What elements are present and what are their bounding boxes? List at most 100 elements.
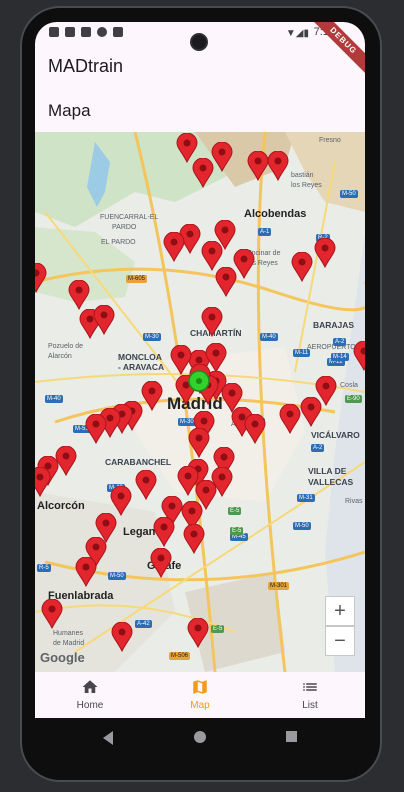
station-marker[interactable] [201, 307, 223, 337]
road-shield: M-605 [126, 275, 148, 283]
map-label: de Madrid [53, 640, 85, 647]
map-label: Rivas [345, 498, 363, 505]
nav-home[interactable]: Home [35, 672, 145, 718]
status-icons [49, 27, 123, 37]
front-camera [190, 33, 208, 51]
road-shield: M-31 [297, 494, 315, 502]
map-label: VALLECAS [308, 477, 354, 487]
app-title: MADtrain [48, 56, 124, 76]
station-marker[interactable] [163, 232, 185, 262]
station-marker[interactable] [353, 341, 365, 371]
signal-icons: ▼◢▮ [285, 28, 309, 39]
road-shield: A-2 [311, 444, 325, 452]
road-shield: M-11 [293, 349, 311, 357]
road-shield: M-50 [340, 190, 358, 198]
station-marker[interactable] [135, 470, 157, 500]
map-icon [193, 680, 207, 694]
station-marker[interactable] [110, 486, 132, 516]
road-shield: M-301 [268, 582, 290, 590]
map-label: Fresno [319, 137, 341, 144]
station-marker[interactable] [279, 404, 301, 434]
station-marker[interactable] [244, 414, 266, 444]
page-title: Mapa [48, 101, 91, 120]
station-marker[interactable] [93, 305, 115, 335]
map-label: VILLA DE [308, 466, 347, 476]
circle-status-icon [97, 27, 107, 37]
map-label: EL PARDO [101, 239, 136, 246]
station-marker[interactable] [211, 142, 233, 172]
system-navigation-bar [35, 718, 365, 758]
map-label: - ARAVACA [118, 362, 165, 372]
station-marker[interactable] [35, 263, 47, 293]
station-marker[interactable] [267, 151, 289, 181]
station-marker[interactable] [68, 280, 90, 310]
google-attribution: Google [40, 650, 85, 665]
station-marker[interactable] [183, 524, 205, 554]
home-icon [82, 680, 98, 693]
nav-map[interactable]: Map [145, 672, 255, 718]
station-marker[interactable] [192, 158, 214, 188]
road-shield: E-5 [228, 507, 242, 515]
map-label: Alcobendas [244, 208, 307, 220]
map-label: Alarcón [48, 353, 72, 360]
recents-icon[interactable] [285, 730, 298, 743]
map-label: CARABANCHEL [105, 457, 172, 467]
map-label: FUENCARRAL-EL [100, 214, 159, 221]
road-shield: M-506 [169, 652, 191, 660]
road-shield: A-1 [258, 228, 272, 236]
map-label: Pozuelo de [48, 343, 84, 350]
station-marker[interactable] [35, 467, 51, 497]
map-label: MONCLOA [118, 352, 162, 362]
map-view[interactable]: FUENCARRAL-EL PARDO EL PARDO Fresno bastián l… [35, 132, 365, 672]
map-label: los Reyes [291, 182, 322, 189]
warning-status-icon [65, 27, 75, 37]
station-marker[interactable] [291, 252, 313, 282]
sdcard-status-icon [113, 27, 123, 37]
station-marker[interactable] [247, 151, 269, 181]
nav-list[interactable]: List [255, 672, 365, 718]
station-marker[interactable] [111, 622, 133, 652]
map-label: Humanes [53, 630, 83, 637]
nav-home-label: Home [76, 700, 104, 711]
station-marker[interactable] [141, 381, 163, 411]
road-shield: R-5 [37, 564, 51, 572]
station-marker[interactable] [150, 548, 172, 578]
station-marker[interactable] [188, 428, 210, 458]
station-marker[interactable] [314, 238, 336, 268]
road-shield: M-50 [293, 522, 311, 530]
nav-list-label: List [302, 700, 318, 711]
list-icon [303, 683, 317, 691]
road-shield: E-5 [230, 527, 244, 535]
station-marker[interactable] [153, 517, 175, 547]
road-shield: A-2 [333, 338, 347, 346]
shield-status-icon [81, 27, 91, 37]
road-shield: M-50 [108, 572, 126, 580]
road-shield: M-40 [45, 395, 63, 403]
status-bar: ▼◢▮ 7:13 DEBUG [35, 22, 365, 80]
station-marker[interactable] [187, 618, 209, 648]
map-label: PARDO [112, 224, 137, 231]
map-label: AEROPUERTO [307, 344, 356, 351]
road-shield: A-42 [135, 620, 152, 628]
station-marker[interactable] [215, 267, 237, 297]
back-icon[interactable] [101, 730, 115, 746]
road-shield: M-14 [331, 353, 349, 361]
home-system-icon[interactable] [193, 730, 207, 744]
current-location-icon[interactable] [187, 369, 211, 393]
map-label: bastián [291, 172, 314, 179]
zoom-in-button[interactable]: + [325, 596, 355, 626]
road-shield: M-30 [143, 333, 161, 341]
station-marker[interactable] [85, 414, 107, 444]
map-label: VICÁLVARO [311, 430, 360, 440]
road-shield: E-5 [211, 625, 225, 633]
station-marker[interactable] [300, 397, 322, 427]
zoom-out-button[interactable]: − [325, 626, 355, 656]
map-label: Cosla [340, 382, 358, 389]
road-shield: M-40 [260, 333, 278, 341]
app-screen: ▼◢▮ 7:13 DEBUG MADtrain Mapa [35, 22, 365, 718]
nav-map-label: Map [190, 700, 210, 711]
station-marker[interactable] [75, 557, 97, 587]
road-shield: E-90 [345, 395, 362, 403]
settings-status-icon [49, 27, 59, 37]
station-marker[interactable] [41, 599, 63, 629]
